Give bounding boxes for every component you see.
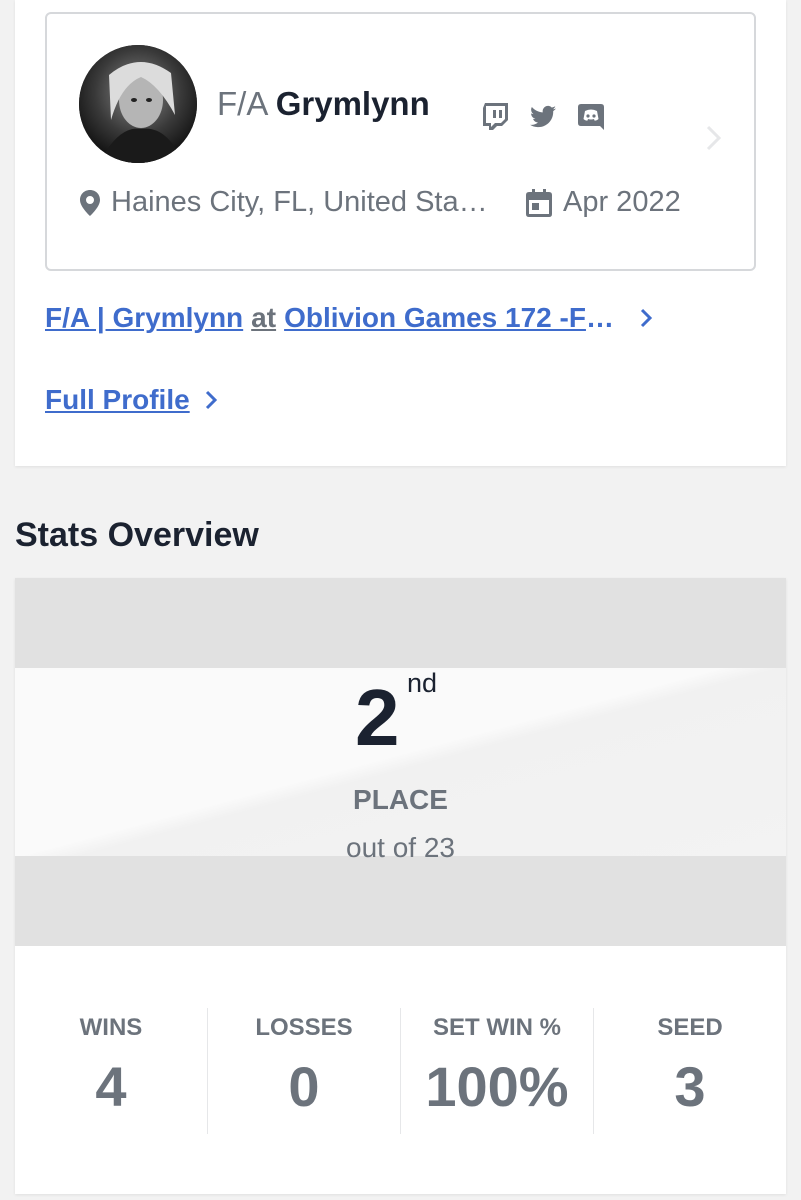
twitter-icon[interactable] — [527, 100, 559, 132]
social-links — [479, 100, 607, 132]
placement-label: PLACE — [353, 784, 448, 815]
placement-banner: 2 nd PLACE out of 23 — [15, 578, 786, 946]
placement-total: out of 23 — [346, 832, 455, 863]
profile-summary[interactable]: F/A Grymlynn Haines City, FL, United Sta… — [45, 12, 756, 271]
stats-card: 2 nd PLACE out of 23 WINS 4 LOSSES 0 SET… — [15, 578, 786, 1194]
stat-value: 3 — [674, 1055, 706, 1118]
stat-value: 100% — [425, 1055, 569, 1118]
stat-value: 4 — [95, 1055, 127, 1118]
stat-label: SEED — [657, 1014, 723, 1041]
stat-value: 0 — [288, 1055, 320, 1118]
chevron-right-icon — [205, 390, 217, 410]
placement-number: 2 — [355, 673, 400, 762]
placement-suffix: nd — [407, 668, 438, 698]
section-title: Stats Overview — [15, 516, 259, 554]
full-profile-row[interactable]: Full Profile — [45, 384, 218, 416]
stat-set-win-percent: SET WIN % 100% — [401, 1008, 594, 1134]
stat-label: LOSSES — [255, 1014, 353, 1041]
stat-wins: WINS 4 — [15, 1008, 208, 1134]
event-link-row[interactable]: F/A | Grymlynn at Oblivion Games 172 -Fo… — [45, 302, 653, 334]
join-date: Apr 2022 — [563, 186, 681, 218]
chevron-right-icon — [641, 308, 653, 328]
chevron-right-icon — [705, 123, 723, 153]
location-pin-icon — [80, 189, 100, 216]
at-label: at — [251, 302, 277, 333]
full-profile-link[interactable]: Full Profile — [45, 384, 190, 416]
avatar — [79, 45, 197, 163]
stat-label: WINS — [79, 1014, 143, 1041]
calendar-icon — [526, 188, 552, 217]
entrant-link[interactable]: F/A | Grymlynn — [45, 302, 243, 334]
location-text: Haines City, FL, United States — [111, 186, 495, 218]
player-name: F/A Grymlynn — [217, 86, 430, 122]
team-prefix: F/A — [217, 85, 267, 122]
stats-row: WINS 4 LOSSES 0 SET WIN % 100% SEED 3 — [15, 1008, 786, 1134]
stat-label: SET WIN % — [432, 1014, 561, 1041]
banner-band — [15, 668, 786, 856]
twitch-icon[interactable] — [479, 100, 511, 132]
event-link[interactable]: Oblivion Games 172 -Fortnite — [284, 302, 617, 334]
stat-seed: SEED 3 — [594, 1008, 786, 1134]
profile-meta: Haines City, FL, United States Apr 2022 — [79, 186, 681, 219]
player-card: F/A Grymlynn Haines City, FL, United Sta… — [15, 0, 786, 466]
stat-losses: LOSSES 0 — [208, 1008, 401, 1134]
discord-icon[interactable] — [575, 100, 607, 132]
gamertag: Grymlynn — [275, 85, 430, 122]
